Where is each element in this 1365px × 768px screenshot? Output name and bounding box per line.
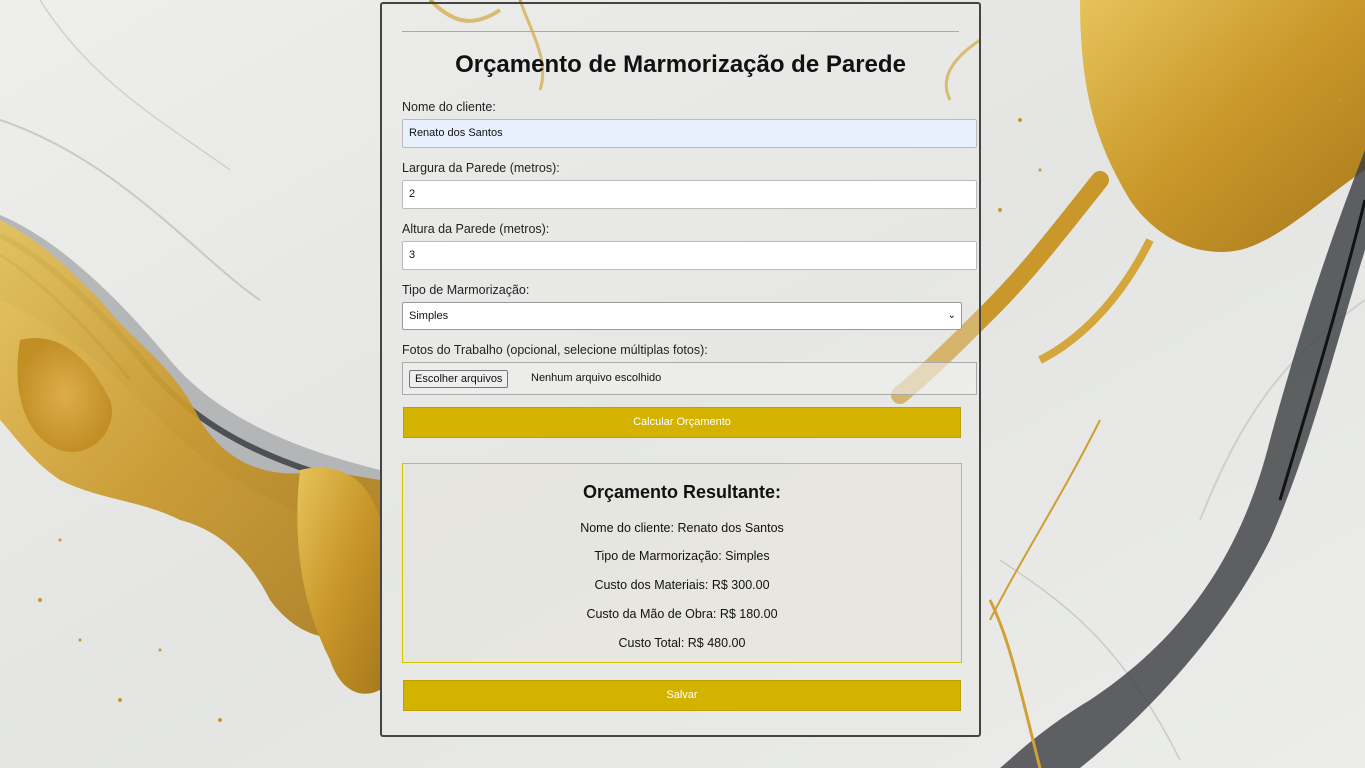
wall-height-label: Altura da Parede (metros): xyxy=(402,222,550,236)
chevron-down-icon: ⌄ xyxy=(947,310,956,321)
marbling-type-value: Simples xyxy=(409,310,449,322)
client-name-input[interactable]: Renato dos Santos xyxy=(402,119,977,148)
photos-file-input[interactable]: Escolher arquivos Nenhum arquivo escolhi… xyxy=(402,362,977,395)
result-client-line: Nome do cliente: Renato dos Santos xyxy=(580,521,784,535)
result-title: Orçamento Resultante: xyxy=(582,482,782,502)
wall-width-label: Largura da Parede (metros): xyxy=(402,161,560,175)
marbling-type-label: Tipo de Marmorização: xyxy=(402,283,530,297)
file-status-text: Nenhum arquivo escolhido xyxy=(531,372,662,384)
save-button[interactable]: Salvar xyxy=(403,680,961,711)
budget-form-container: Orçamento de Marmorização de Parede Nome… xyxy=(380,2,981,737)
wall-height-input[interactable]: 3 xyxy=(402,241,977,270)
page-title: Orçamento de Marmorização de Parede xyxy=(455,51,906,78)
result-total-line: Custo Total: R$ 480.00 xyxy=(618,636,746,650)
result-labor-line: Custo da Mão de Obra: R$ 180.00 xyxy=(586,607,778,621)
marbling-type-select[interactable]: Simples ⌄ xyxy=(402,302,962,330)
wall-width-input[interactable]: 2 xyxy=(402,180,977,209)
client-name-label: Nome do cliente: xyxy=(402,100,496,114)
photos-label: Fotos do Trabalho (opcional, selecione m… xyxy=(402,343,708,357)
choose-files-button[interactable]: Escolher arquivos xyxy=(409,370,509,388)
result-panel: Orçamento Resultante: Nome do cliente: R… xyxy=(402,463,962,663)
divider xyxy=(402,31,959,32)
calculate-button[interactable]: Calcular Orçamento xyxy=(403,407,961,438)
result-materials-line: Custo dos Materiais: R$ 300.00 xyxy=(594,578,770,592)
result-type-line: Tipo de Marmorização: Simples xyxy=(594,549,770,563)
